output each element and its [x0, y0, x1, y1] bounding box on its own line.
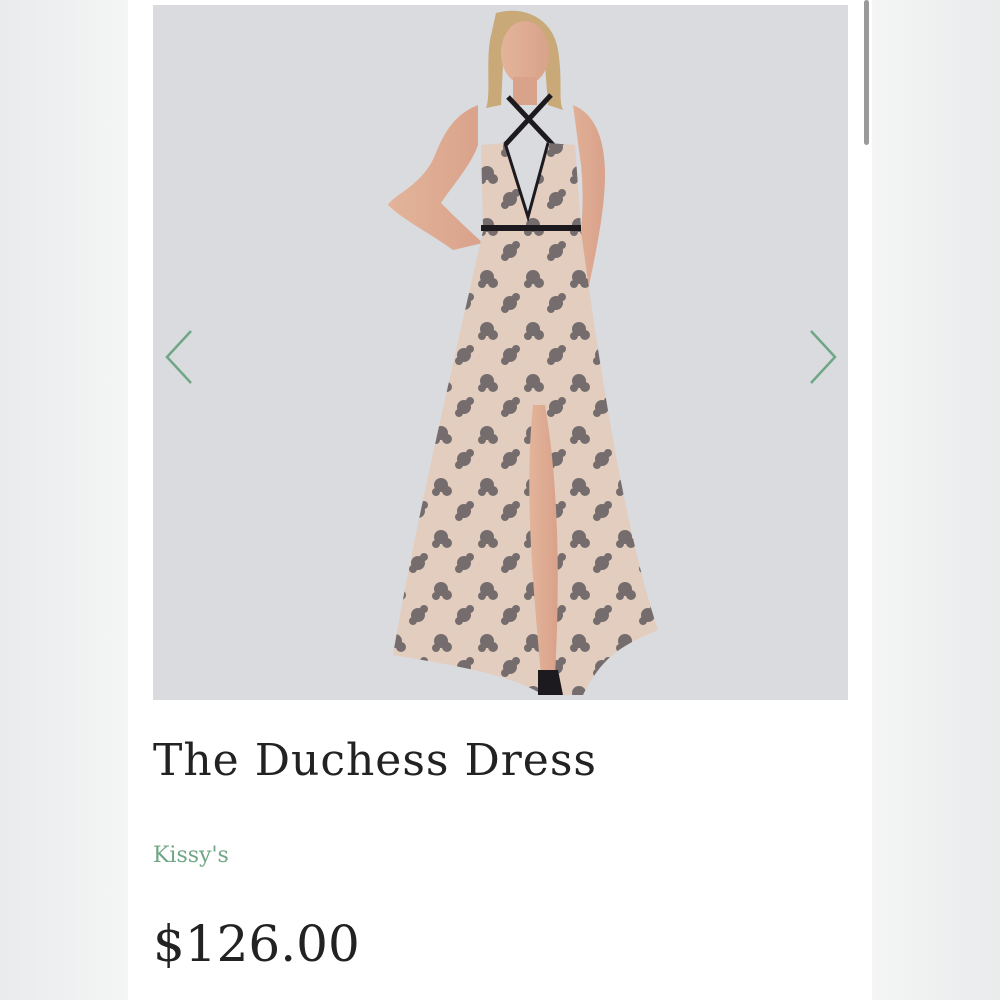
product-image-gallery[interactable] [153, 5, 848, 700]
left-backdrop [0, 0, 128, 1000]
previous-image-button[interactable] [161, 325, 201, 389]
page-scrollbar[interactable] [864, 0, 869, 145]
right-backdrop [872, 0, 1000, 1000]
product-photo [388, 10, 658, 695]
chevron-left-icon [165, 330, 192, 384]
product-card: The Duchess Dress Kissy's $126.00 [128, 0, 872, 1000]
next-image-button[interactable] [803, 325, 843, 389]
chevron-right-icon [810, 330, 837, 384]
product-price: $126.00 [153, 915, 360, 973]
brand-link[interactable]: Kissy's [153, 843, 229, 868]
product-title: The Duchess Dress [153, 735, 598, 786]
